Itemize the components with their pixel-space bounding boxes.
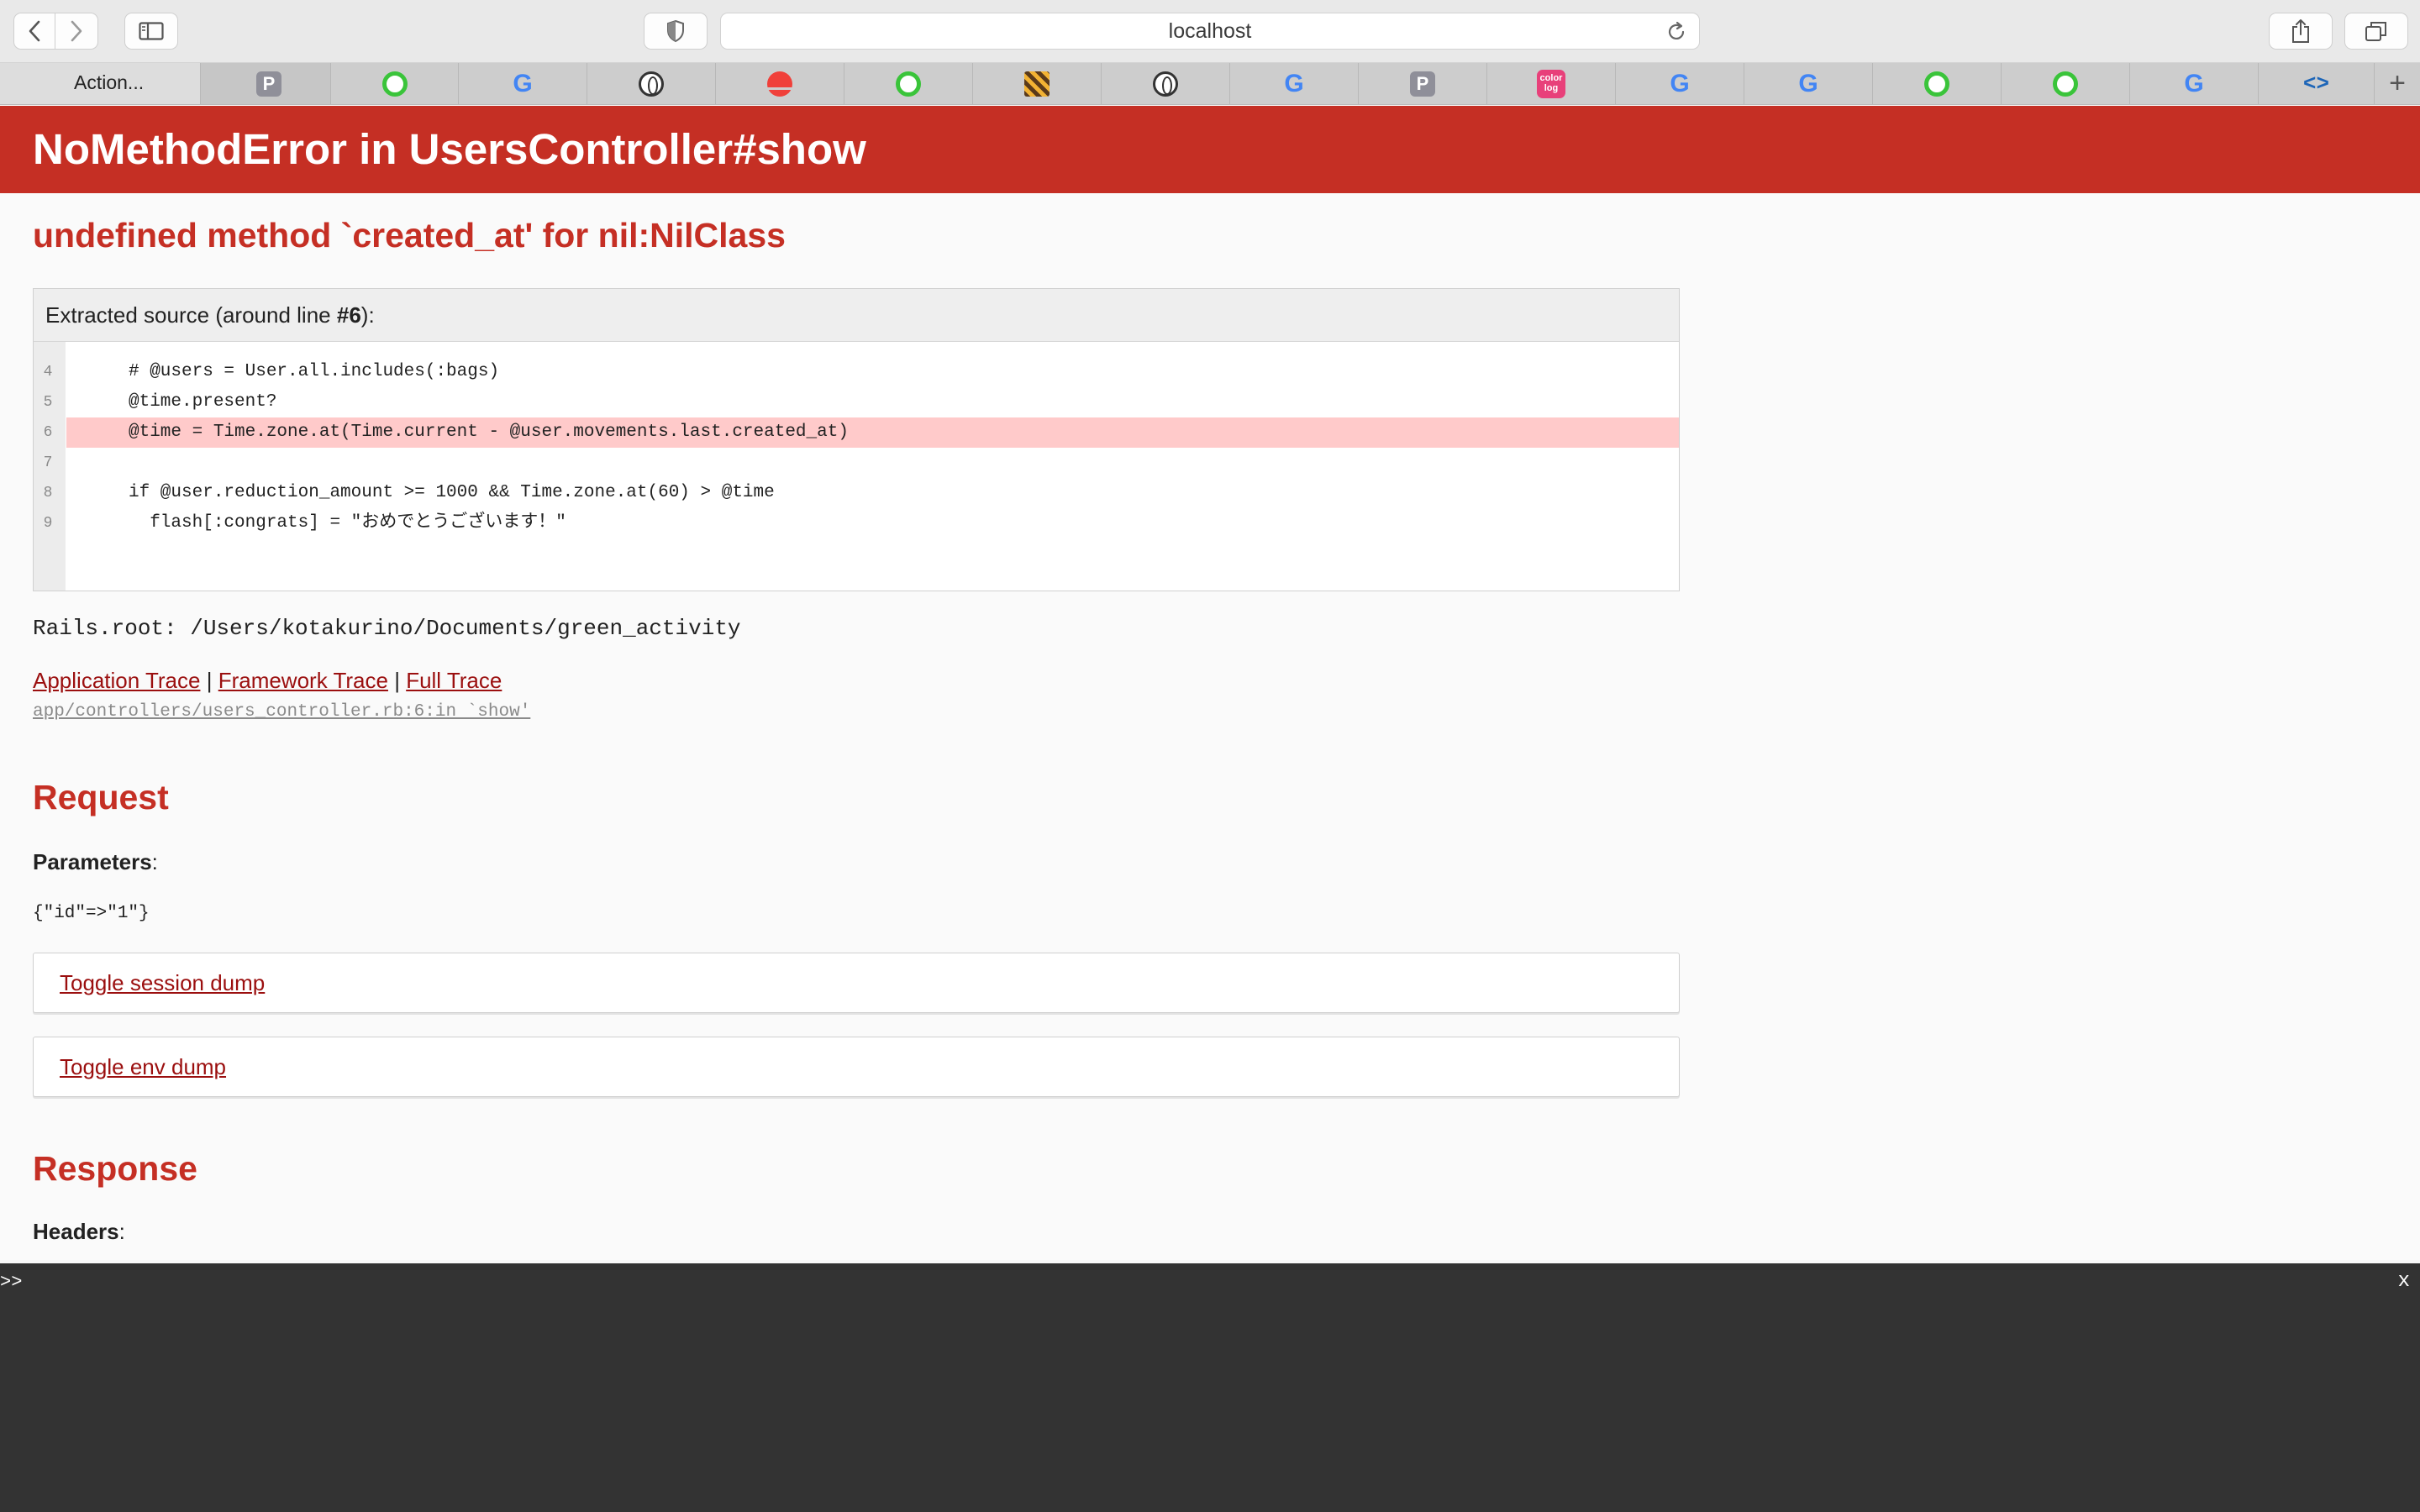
trace-separator: |: [394, 668, 400, 693]
red-sun-icon: [765, 71, 794, 97]
p-icon: P: [1410, 71, 1435, 97]
back-button[interactable]: [13, 13, 55, 50]
google-icon: G: [1798, 69, 1818, 97]
chevron-left-icon: [29, 20, 40, 42]
code-line: 4 # @users = User.all.includes(:bags): [43, 362, 500, 381]
share-button[interactable]: [2269, 13, 2333, 50]
full-trace-link[interactable]: Full Trace: [406, 668, 502, 693]
error-message: undefined method `created_at' for nil:Ni…: [33, 216, 786, 255]
privacy-report-button[interactable]: [644, 13, 708, 50]
tab-7[interactable]: [973, 63, 1102, 104]
tab-1[interactable]: P: [201, 63, 331, 104]
tab-15[interactable]: [2002, 63, 2130, 104]
tab-9[interactable]: G: [1230, 63, 1359, 104]
tab-3[interactable]: G: [459, 63, 587, 104]
trace-line-link[interactable]: app/controllers/users_controller.rb:6:in…: [33, 702, 530, 722]
google-icon: G: [513, 69, 533, 97]
code-line: 5 @time.present?: [43, 392, 277, 412]
tab-12[interactable]: G: [1616, 63, 1744, 104]
color-tag-icon: color log: [1537, 69, 1565, 98]
code-line: 8 if @user.reduction_amount >= 1000 && Ti…: [43, 483, 775, 502]
tab-active[interactable]: Action...: [0, 63, 201, 104]
green-q-icon: [896, 71, 921, 97]
forward-button[interactable]: [55, 13, 98, 50]
oval-logo-icon: [1153, 71, 1178, 97]
toggle-session-dump-link[interactable]: Toggle session dump: [60, 953, 265, 1012]
chevron-right-icon: [71, 20, 82, 42]
parameters-label: Parameters:: [33, 849, 158, 874]
browser-toolbar: localhost: [0, 0, 2420, 63]
google-icon: G: [1670, 69, 1690, 97]
application-trace-link[interactable]: Application Trace: [33, 668, 200, 693]
tab-2[interactable]: [331, 63, 459, 104]
response-heading: Response: [33, 1149, 197, 1188]
tab-title: Action...: [74, 71, 145, 93]
reload-icon[interactable]: [1665, 21, 1687, 43]
checkered-icon: [1024, 71, 1050, 97]
toggle-env-dump-link[interactable]: Toggle env dump: [60, 1037, 226, 1096]
close-console-icon[interactable]: x: [2398, 1270, 2410, 1293]
address-bar[interactable]: localhost: [720, 13, 1700, 50]
new-tab-button[interactable]: +: [2375, 63, 2420, 104]
rails-root: Rails.root: /Users/kotakurino/Documents/…: [33, 616, 741, 641]
tab-14[interactable]: [1873, 63, 2002, 104]
code-line: 7: [43, 454, 53, 471]
tab-10[interactable]: P: [1359, 63, 1487, 104]
extracted-source: Extracted source (around line #6): 4 # @u…: [33, 288, 1680, 591]
url-text: localhost: [1168, 19, 1252, 43]
tab-13[interactable]: G: [1744, 63, 1873, 104]
tab-8[interactable]: [1102, 63, 1230, 104]
console-prompt[interactable]: >>: [0, 1272, 22, 1293]
env-dump-box: Toggle env dump: [33, 1037, 1680, 1097]
green-q-icon: [381, 71, 408, 97]
framework-trace-link[interactable]: Framework Trace: [218, 668, 388, 693]
green-q-icon: [2053, 71, 2078, 97]
tab-6[interactable]: [844, 63, 973, 104]
source-line-number: #6: [336, 302, 361, 328]
shield-icon: [667, 19, 684, 43]
oval-logo-icon: [639, 71, 664, 97]
trace-separator: |: [206, 668, 213, 693]
page-title: NoMethodError in UsersController#show: [33, 125, 866, 173]
session-dump-box: Toggle session dump: [33, 953, 1680, 1013]
trace-links: Application Trace | Framework Trace | Fu…: [33, 668, 502, 694]
headers-label: Headers:: [33, 1219, 125, 1244]
code-brackets-icon: <>: [2302, 71, 2330, 97]
code-line: 9 flash[:congrats] = "おめでとうございます！": [43, 513, 566, 533]
google-icon: G: [2184, 69, 2204, 97]
error-header: NoMethodError in UsersController#show: [0, 106, 2420, 193]
web-console[interactable]: >> x: [0, 1263, 2420, 1512]
tab-bar: Action... × P G G P color log G G G <> +: [0, 63, 2420, 105]
green-q-icon: [1924, 71, 1949, 97]
tab-16[interactable]: G: [2130, 63, 2259, 104]
tab-17[interactable]: <>: [2259, 63, 2375, 104]
tab-4[interactable]: [587, 63, 716, 104]
tab-5[interactable]: [716, 63, 844, 104]
parameters-value: {"id"=>"1"}: [33, 904, 150, 923]
tabs-overview-icon: [2365, 22, 2386, 41]
sidebar-toggle-button[interactable]: [124, 13, 178, 50]
source-header: Extracted source (around line #6):: [34, 289, 1679, 342]
request-heading: Request: [33, 778, 169, 816]
sidebar-icon: [139, 22, 164, 40]
google-icon: G: [1284, 69, 1304, 97]
code-line-highlighted: 6 @time = Time.zone.at(Time.current - @us…: [44, 417, 1679, 448]
tab-11[interactable]: color log: [1487, 63, 1616, 104]
p-icon: P: [256, 71, 281, 97]
share-icon: [2292, 19, 2309, 43]
tab-overview-button[interactable]: [2344, 13, 2408, 50]
